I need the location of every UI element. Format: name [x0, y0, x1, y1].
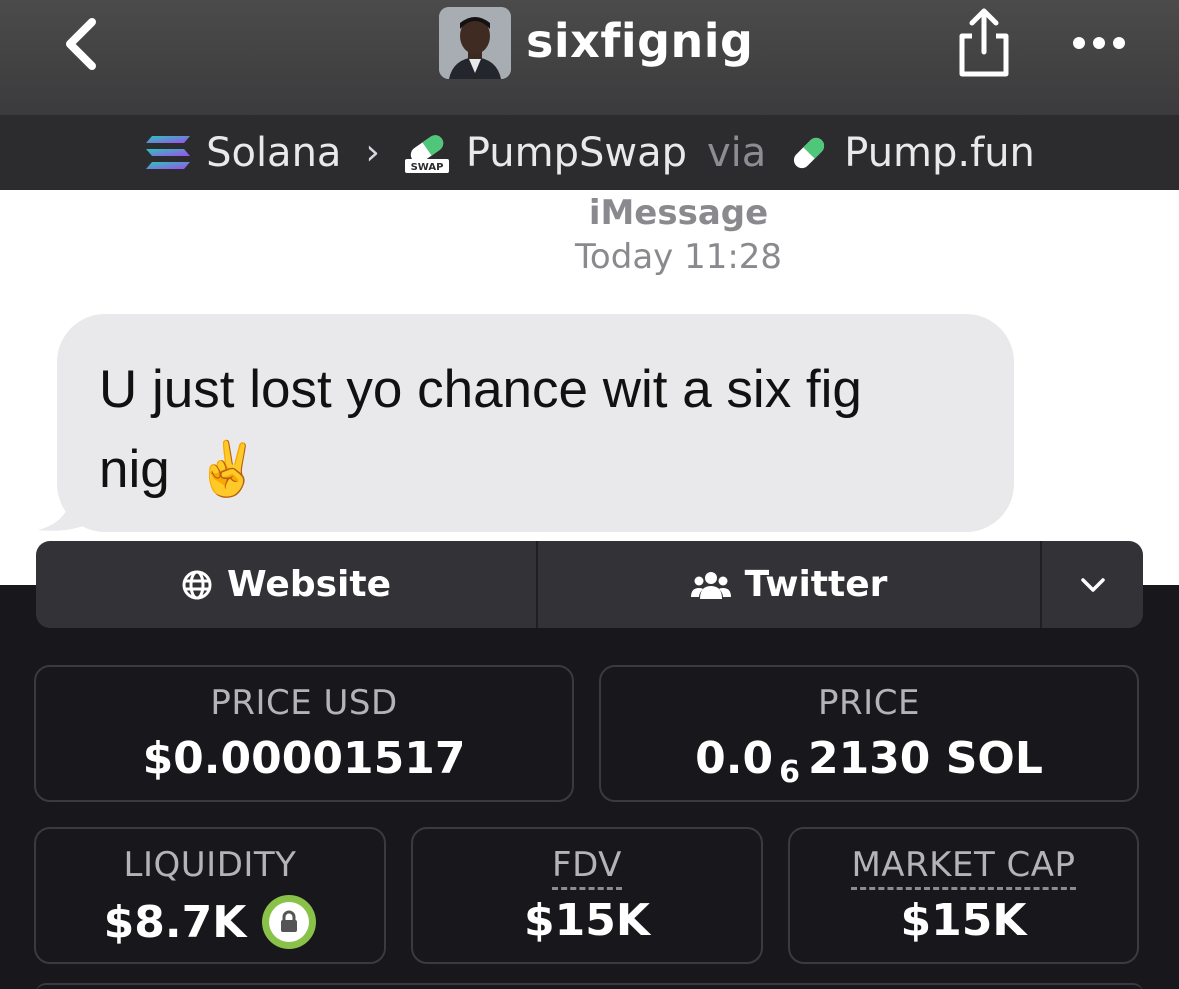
message-service: iMessage: [588, 193, 769, 233]
message-line-2-text: nig: [99, 440, 170, 499]
price-usd-label: PRICE USD: [210, 683, 398, 723]
pumpswap-icon: SWAP: [404, 134, 449, 173]
twitter-label: Twitter: [744, 564, 888, 605]
market-cap-label[interactable]: MARKET CAP: [851, 845, 1076, 890]
market-cap-card: MARKET CAP $15K: [788, 827, 1139, 964]
share-icon: [959, 8, 1009, 77]
link-buttons: Website Twitter: [36, 541, 1143, 628]
fdv-card: FDV $15K: [411, 827, 763, 964]
token-header-image: iMessage Today 11:28 U just lost yo chan…: [0, 190, 1179, 585]
back-button[interactable]: [58, 18, 106, 70]
message-line-1: U just lost yo chance wit a six fig: [99, 360, 862, 419]
share-button[interactable]: [954, 6, 1014, 80]
dex-badge: SWAP: [410, 162, 443, 173]
top-bar: sixfignig: [0, 0, 1179, 115]
more-options-button[interactable]: [1070, 28, 1128, 58]
market-cap-value: $15K: [900, 895, 1027, 946]
price-native-card: PRICE 0.0 6 2130 SOL: [599, 665, 1139, 802]
chevron-right-icon: ›: [365, 132, 380, 173]
launchpad-link[interactable]: Pump.fun: [788, 130, 1035, 176]
lock-icon[interactable]: [262, 895, 317, 949]
channel-name[interactable]: sixfignig: [526, 14, 753, 68]
price-native-label: PRICE: [818, 683, 920, 723]
fdv-value: $15K: [524, 895, 650, 946]
victory-hand-emoji: ✌️: [194, 440, 261, 499]
dex-link[interactable]: SWAP PumpSwap: [402, 130, 687, 176]
liquidity-value: $8.7K: [103, 896, 247, 948]
users-icon: [690, 569, 731, 601]
solana-icon: [146, 135, 191, 169]
price-zero-count: 6: [779, 755, 800, 790]
website-button[interactable]: Website: [36, 541, 538, 628]
price-suffix: 2130 SOL: [807, 733, 1043, 784]
price-native-value: 0.0 6 2130 SOL: [601, 733, 1137, 790]
next-card-edge: [36, 983, 1143, 989]
chevron-left-icon: [66, 18, 96, 70]
expand-links-button[interactable]: [1042, 541, 1143, 628]
price-usd-card: PRICE USD $0.00001517: [34, 665, 574, 802]
price-prefix: 0.0: [695, 733, 774, 784]
more-icon: [1073, 37, 1125, 49]
avatar[interactable]: [439, 7, 511, 79]
chevron-down-icon: [1080, 577, 1105, 592]
message-timestamp: Today 11:28: [574, 237, 783, 277]
pill-icon: [794, 137, 825, 168]
liquidity-card: LIQUIDITY $8.7K: [34, 827, 386, 964]
launchpad-label: Pump.fun: [844, 129, 1035, 176]
website-label: Website: [226, 564, 391, 605]
pair-breadcrumb: Solana › SWAP PumpSwap via Pump.fun: [0, 115, 1179, 190]
message-line-2: nig ✌️: [99, 430, 974, 510]
price-usd-value: $0.00001517: [142, 733, 466, 784]
twitter-button[interactable]: Twitter: [538, 541, 1042, 628]
liquidity-label: LIQUIDITY: [123, 845, 297, 885]
liquidity-value-row: $8.7K: [36, 895, 384, 949]
chain-label: Solana: [206, 129, 342, 176]
dex-label: PumpSwap: [465, 129, 687, 176]
globe-icon: [181, 569, 213, 601]
fdv-label[interactable]: FDV: [552, 845, 622, 890]
message-bubble: U just lost yo chance wit a six fig nig …: [57, 314, 1014, 532]
via-label: via: [706, 129, 767, 176]
chain-link[interactable]: Solana: [144, 130, 341, 176]
